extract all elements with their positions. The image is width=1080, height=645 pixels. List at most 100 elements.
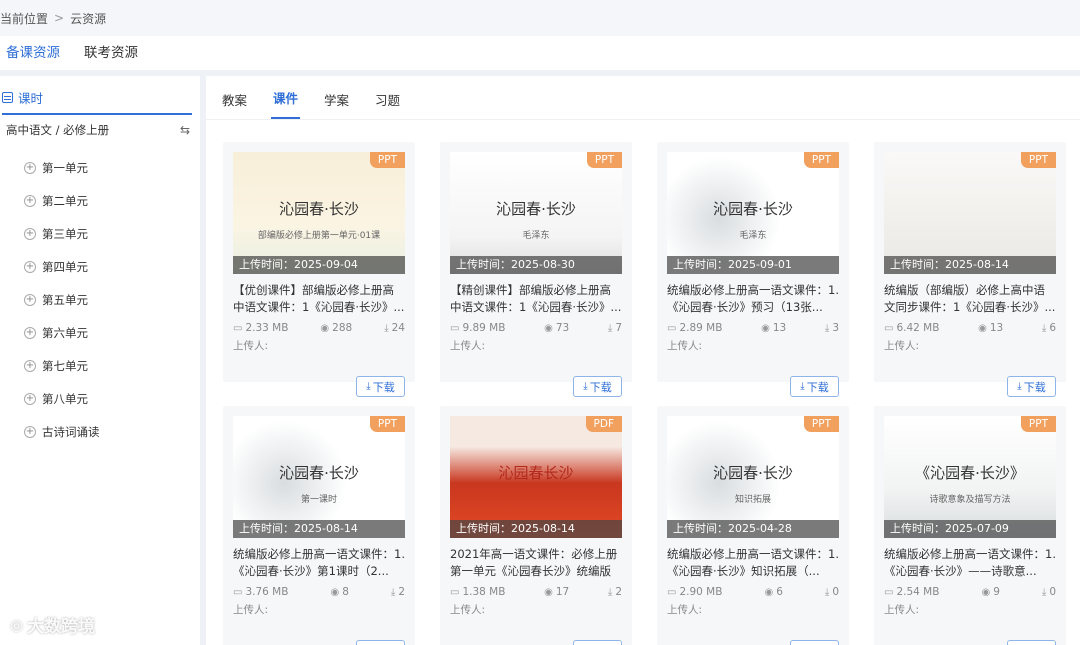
- thumbnail-subtitle: 诗歌意象及描写方法: [929, 495, 1011, 505]
- download-label: 下载: [1023, 380, 1046, 394]
- course-selector[interactable]: 高中语文 / 必修上册 ⇆: [6, 115, 190, 145]
- unit-list: + 第一单元 + 第二单元 + 第三单元 + 第四单元 + 第五单元 + 第六单元 + 第七单…: [0, 151, 200, 448]
- resource-thumbnail[interactable]: 沁园春·长沙 第一课时 PPT 上传时间：2025-08-14: [233, 416, 405, 538]
- breadcrumb-separator: >: [54, 11, 65, 25]
- tab-lesson-prep[interactable]: 备课资源: [6, 41, 70, 70]
- resource-thumbnail[interactable]: 沁园春·长沙 部编版必修上册第一单元·01课 PPT 上传时间：2025-09-04: [233, 152, 405, 274]
- file-type-badge: PPT: [369, 416, 405, 432]
- download-button[interactable]: ⤓下载: [790, 376, 839, 397]
- thumbnail-title: 沁园春·长沙: [713, 464, 793, 482]
- plus-circle-icon: +: [24, 326, 36, 339]
- resource-title[interactable]: 【精创课件】部编版必修上册高中语文课件：1《沁园春·长沙》...: [450, 282, 622, 316]
- resource-card[interactable]: 沁园春长沙 PDF 上传时间：2025-08-14 2021年高一语文课件：必修上册第…: [440, 406, 632, 645]
- resource-title[interactable]: 统编版（部编版）必修上高中语文同步课件：1《沁园春·长沙》...: [884, 282, 1056, 316]
- download-icon: ⤓: [824, 586, 830, 598]
- breadcrumb-page[interactable]: 云资源: [70, 10, 106, 27]
- resource-meta: ▭ 6.42 MB ◉ 13 ⤓ 6: [884, 322, 1056, 334]
- eye-icon: ◉: [544, 586, 553, 598]
- download-button[interactable]: ⤓下载: [356, 640, 405, 645]
- watermark-text: 大数跨境: [27, 617, 96, 637]
- resource-card[interactable]: 《沁园春·长沙》 诗歌意象及描写方法 PPT 上传时间：2025-07-09 统编版必修…: [874, 406, 1066, 645]
- download-button[interactable]: ⤓下载: [356, 376, 405, 397]
- uploader-label: 上传人:: [884, 340, 920, 352]
- unit-item[interactable]: + 第八单元: [0, 382, 200, 415]
- file-icon: ▭: [233, 586, 243, 598]
- breadcrumb-current-label: 当前位置: [0, 11, 49, 26]
- unit-item[interactable]: + 第三单元: [0, 217, 200, 250]
- download-icon: ⤓: [390, 586, 396, 598]
- plus-circle-icon: +: [24, 227, 36, 240]
- download-button[interactable]: ⤓下载: [1007, 376, 1056, 397]
- resource-meta: ▭ 3.76 MB ◉ 8 ⤓ 2: [233, 586, 405, 598]
- resource-title[interactable]: 2021年高一语文课件：必修上册第一单元《沁园春长沙》统编版: [450, 546, 622, 580]
- download-icon: ⤓: [1041, 322, 1047, 334]
- unit-item[interactable]: + 第七单元: [0, 349, 200, 382]
- plus-circle-icon: +: [24, 425, 36, 438]
- resource-title[interactable]: 统编版必修上册高一语文课件：1.《沁园春·长沙》第1课时（2...: [233, 546, 405, 580]
- sidebar-header[interactable]: 课时: [2, 88, 192, 115]
- unit-item[interactable]: + 第二单元: [0, 184, 200, 217]
- resource-card[interactable]: 沁园春·长沙 毛泽东 PPT 上传时间：2025-08-30 【精创课件】部编版必修上册…: [440, 142, 632, 397]
- resource-title[interactable]: 统编版必修上册高一语文课件：1.《沁园春·长沙》——诗歌意...: [884, 546, 1056, 580]
- tab-courseware[interactable]: 课件: [271, 88, 301, 119]
- download-count: ⤓ 6: [1041, 322, 1056, 334]
- unit-label: 古诗词诵读: [42, 424, 100, 439]
- resource-title[interactable]: 【优创课件】部编版必修上册高中语文课件：1《沁园春·长沙》...: [233, 282, 405, 316]
- resource-thumbnail[interactable]: 《沁园春·长沙》 诗歌意象及描写方法 PPT 上传时间：2025-07-09: [884, 416, 1056, 538]
- watermark-logo: ◎ 大数跨境: [10, 612, 96, 638]
- unit-label: 第一单元: [42, 160, 88, 175]
- resource-card[interactable]: 沁园春·长沙 第一课时 PPT 上传时间：2025-08-14 统编版必修上册高一语文课…: [223, 406, 415, 645]
- resource-card[interactable]: PPT 上传时间：2025-08-14 统编版（部编版）必修上高中语文同步课件：1《…: [874, 142, 1066, 397]
- eye-icon: ◉: [544, 322, 553, 334]
- resource-thumbnail[interactable]: 沁园春长沙 PDF 上传时间：2025-08-14: [450, 416, 622, 538]
- resource-title[interactable]: 统编版必修上册高一语文课件：1.《沁园春·长沙》预习（13张...: [667, 282, 839, 316]
- unit-label: 第八单元: [42, 391, 88, 406]
- resource-meta: ▭ 2.54 MB ◉ 9 ⤓ 0: [884, 586, 1056, 598]
- tab-study-plan[interactable]: 学案: [322, 90, 351, 119]
- thumbnail-subtitle: 知识拓展: [734, 495, 771, 505]
- uploader-label: 上传人:: [667, 340, 703, 352]
- swap-icon[interactable]: ⇆: [180, 123, 190, 137]
- download-count: ⤓ 3: [824, 322, 839, 334]
- download-button[interactable]: ⤓下载: [573, 376, 622, 397]
- file-size: ▭ 2.33 MB: [233, 322, 289, 334]
- unit-item[interactable]: + 第六单元: [0, 316, 200, 349]
- download-icon: ⤓: [607, 586, 613, 598]
- resource-title[interactable]: 统编版必修上册高一语文课件：1.《沁园春·长沙》知识拓展（...: [667, 546, 839, 580]
- resource-meta: ▭ 2.89 MB ◉ 13 ⤓ 3: [667, 322, 839, 334]
- file-size: ▭ 2.90 MB: [667, 586, 723, 598]
- unit-item[interactable]: + 第四单元: [0, 250, 200, 283]
- download-button[interactable]: ⤓下载: [790, 640, 839, 645]
- thumbnail-title: 沁园春·长沙: [713, 200, 793, 218]
- download-button[interactable]: ⤓下载: [1007, 640, 1056, 645]
- view-count: ◉ 8: [330, 586, 349, 598]
- watermark-icon: ◎: [10, 615, 24, 634]
- unit-item[interactable]: + 第五单元: [0, 283, 200, 316]
- upload-time: 上传时间：2025-08-30: [450, 256, 622, 274]
- uploader-label: 上传人:: [450, 604, 486, 616]
- resource-thumbnail[interactable]: 沁园春·长沙 毛泽东 PPT 上传时间：2025-09-01: [667, 152, 839, 274]
- file-size: ▭ 6.42 MB: [884, 322, 940, 334]
- tab-joint-exam[interactable]: 联考资源: [84, 41, 148, 70]
- unit-item[interactable]: + 古诗词诵读: [0, 415, 200, 448]
- thumbnail-title: 沁园春·长沙: [279, 464, 359, 482]
- breadcrumb: 当前位置 > 云资源: [0, 0, 1080, 36]
- upload-time: 上传时间：2025-08-14: [233, 520, 405, 538]
- resource-card[interactable]: 沁园春·长沙 知识拓展 PPT 上传时间：2025-04-28 统编版必修上册高一语文课…: [657, 406, 849, 645]
- eye-icon: ◉: [764, 586, 774, 598]
- calendar-icon: [2, 92, 13, 103]
- tab-teaching-plan[interactable]: 教案: [220, 90, 249, 119]
- download-label: 下载: [372, 380, 395, 394]
- resource-thumbnail[interactable]: 沁园春·长沙 知识拓展 PPT 上传时间：2025-04-28: [667, 416, 839, 538]
- resource-thumbnail[interactable]: 沁园春·长沙 毛泽东 PPT 上传时间：2025-08-30: [450, 152, 622, 274]
- tab-exercises[interactable]: 习题: [373, 90, 402, 119]
- resource-thumbnail[interactable]: PPT 上传时间：2025-08-14: [884, 152, 1056, 274]
- file-size: ▭ 3.76 MB: [233, 586, 289, 598]
- download-button[interactable]: ⤓下载: [573, 640, 622, 645]
- view-count: ◉ 6: [764, 586, 783, 598]
- resource-card[interactable]: 沁园春·长沙 毛泽东 PPT 上传时间：2025-09-01 统编版必修上册高一语文课件…: [657, 142, 849, 397]
- eye-icon: ◉: [981, 586, 991, 598]
- sidebar-header-label: 课时: [18, 91, 44, 106]
- unit-item[interactable]: + 第一单元: [0, 151, 200, 184]
- resource-card[interactable]: 沁园春·长沙 部编版必修上册第一单元·01课 PPT 上传时间：2025-09-04 【…: [223, 142, 415, 397]
